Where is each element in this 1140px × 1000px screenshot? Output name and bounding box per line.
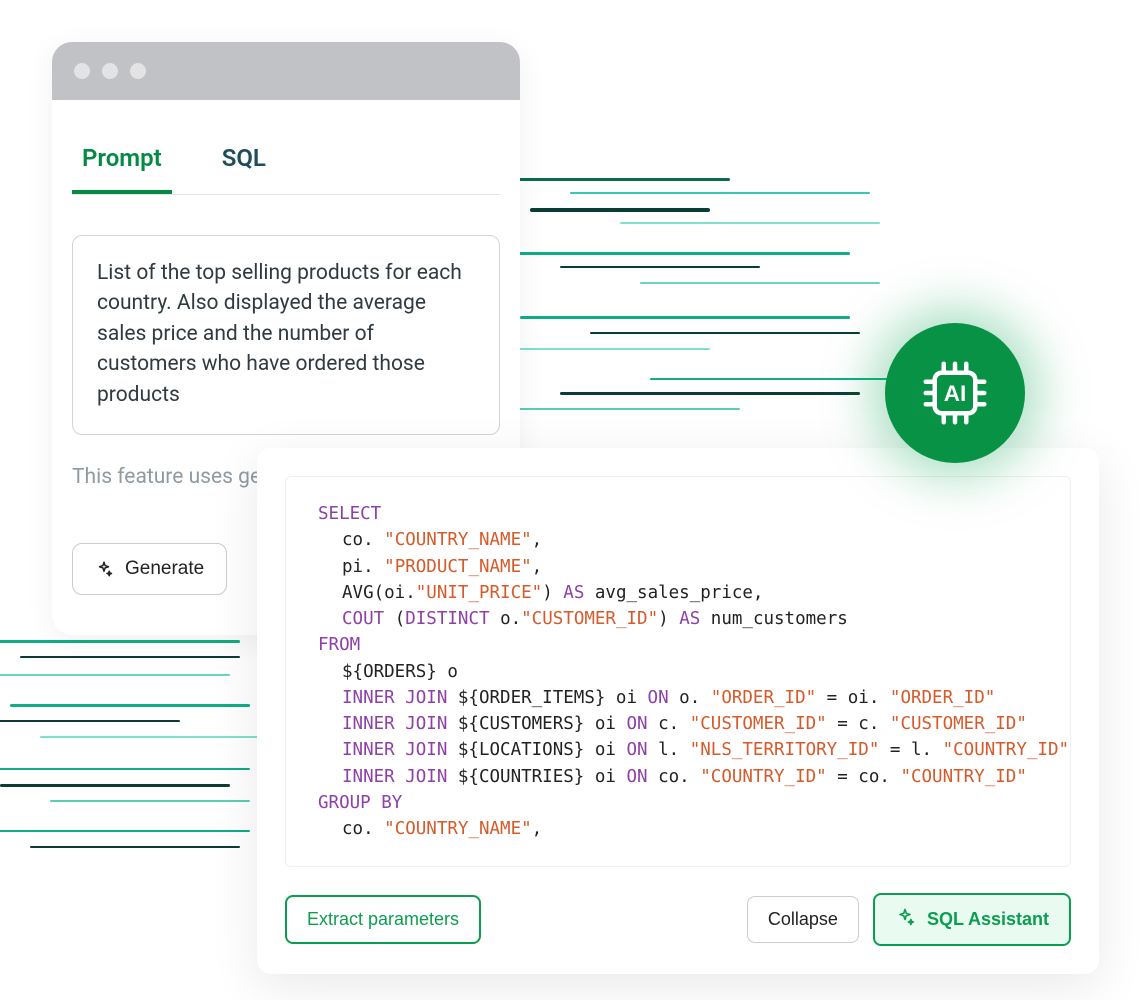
sql-panel: SELECT co. "COUNTRY_NAME", pi. "PRODUCT_… xyxy=(257,448,1099,974)
sql-text: , xyxy=(532,557,543,577)
sql-text: , xyxy=(532,819,543,839)
sql-string: "ORDER_ID" xyxy=(711,688,816,708)
window-control-dot xyxy=(102,63,118,79)
sql-keyword: INNER JOIN xyxy=(342,740,447,760)
sql-string: "COUNTRY_ID" xyxy=(943,740,1069,760)
sql-toolbar: Extract parameters Collapse SQL Assistan… xyxy=(285,893,1071,946)
sql-keyword: AS xyxy=(563,583,584,603)
sql-text: co. xyxy=(648,767,701,787)
sql-keyword: FROM xyxy=(318,635,360,655)
sql-string: "COUNTRY_NAME" xyxy=(384,530,532,550)
sql-keyword: DISTINCT xyxy=(405,609,489,629)
sql-string: "NLS_TERRITORY_ID" xyxy=(690,740,880,760)
sql-text: ${COUNTRIES} oi xyxy=(447,767,626,787)
sparkle-icon xyxy=(95,560,113,578)
sql-string: "PRODUCT_NAME" xyxy=(384,557,532,577)
sql-keyword: INNER JOIN xyxy=(342,688,447,708)
sql-text: avg_sales_price, xyxy=(584,583,763,603)
tab-divider xyxy=(72,194,500,195)
tab-prompt[interactable]: Prompt xyxy=(72,130,172,194)
sql-string: "CUSTOMER_ID" xyxy=(521,609,658,629)
sql-assistant-button[interactable]: SQL Assistant xyxy=(873,893,1071,946)
sql-string: "CUSTOMER_ID" xyxy=(890,714,1027,734)
sql-text: ${LOCATIONS} oi xyxy=(447,740,626,760)
prompt-textarea[interactable]: List of the top selling products for eac… xyxy=(72,235,500,435)
generate-button[interactable]: Generate xyxy=(72,543,227,595)
sql-keyword: INNER JOIN xyxy=(342,714,447,734)
sql-text: ( xyxy=(384,609,405,629)
ai-badge: AI xyxy=(885,323,1025,463)
sql-code-block[interactable]: SELECT co. "COUNTRY_NAME", pi. "PRODUCT_… xyxy=(285,476,1071,867)
sql-text: co. xyxy=(342,530,384,550)
ai-chip-icon: AI xyxy=(919,357,991,429)
sql-text: ${ORDER_ITEMS} oi xyxy=(447,688,647,708)
collapse-button[interactable]: Collapse xyxy=(747,896,859,943)
sql-string: "COUNTRY_NAME" xyxy=(384,819,532,839)
sql-keyword: SELECT xyxy=(318,504,381,524)
svg-text:AI: AI xyxy=(944,381,967,406)
sql-keyword: ON xyxy=(626,740,647,760)
sql-keyword: ON xyxy=(626,714,647,734)
sql-text: c. xyxy=(648,714,690,734)
sql-text: l. xyxy=(648,740,690,760)
sql-text: pi. xyxy=(342,557,384,577)
window-control-dot xyxy=(74,63,90,79)
sql-keyword: ON xyxy=(648,688,669,708)
window-title-bar xyxy=(52,42,520,100)
tab-sql[interactable]: SQL xyxy=(212,130,276,194)
extract-parameters-button[interactable]: Extract parameters xyxy=(285,895,481,944)
tabs: Prompt SQL xyxy=(72,100,500,194)
sql-string: "COUNTRY_ID" xyxy=(900,767,1026,787)
sql-keyword: INNER JOIN xyxy=(342,767,447,787)
sql-text: num_customers xyxy=(700,609,848,629)
sql-text: = l. xyxy=(879,740,942,760)
sql-text: ${CUSTOMERS} oi xyxy=(447,714,626,734)
sql-text: = c. xyxy=(827,714,890,734)
window-control-dot xyxy=(130,63,146,79)
sql-text: ) xyxy=(658,609,679,629)
sql-text: , xyxy=(532,530,543,550)
sql-text: AVG(oi. xyxy=(342,583,416,603)
sql-keyword: AS xyxy=(679,609,700,629)
sql-text: o. xyxy=(669,688,711,708)
sql-text: o. xyxy=(490,609,522,629)
sql-text: co. xyxy=(342,819,384,839)
sql-keyword: GROUP BY xyxy=(318,793,402,813)
sql-text: ) xyxy=(542,583,563,603)
sql-assistant-label: SQL Assistant xyxy=(927,909,1049,930)
sql-string: "ORDER_ID" xyxy=(890,688,995,708)
sql-text: ${ORDERS} o xyxy=(318,659,458,685)
sql-string: "UNIT_PRICE" xyxy=(416,583,542,603)
sql-string: "COUNTRY_ID" xyxy=(700,767,826,787)
sql-text: = oi. xyxy=(816,688,890,708)
sql-string: "CUSTOMER_ID" xyxy=(690,714,827,734)
sparkle-icon xyxy=(895,907,915,932)
generate-label: Generate xyxy=(125,558,204,580)
sql-keyword: COUT xyxy=(342,609,384,629)
sql-keyword: ON xyxy=(626,767,647,787)
sql-text: = co. xyxy=(827,767,901,787)
